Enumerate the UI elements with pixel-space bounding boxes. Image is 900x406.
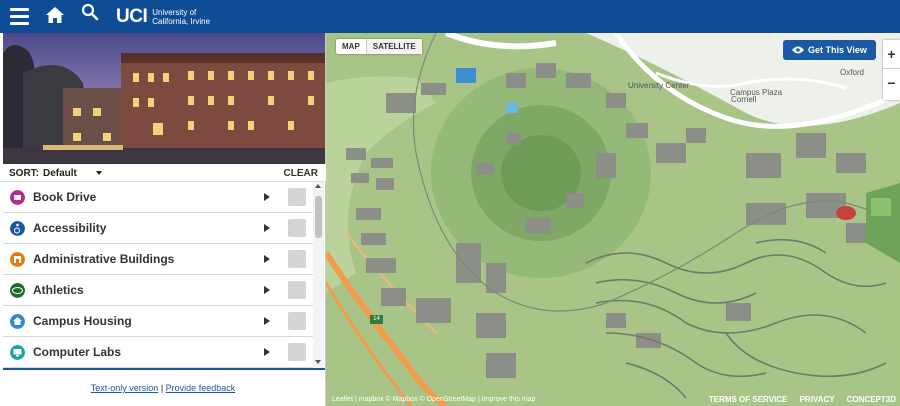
category-label: Computer Labs	[33, 345, 122, 359]
search-icon[interactable]	[81, 3, 99, 21]
sidebar: SORT: Default CLEAR Book Drive Accessibi…	[0, 33, 326, 406]
category-row-athletics[interactable]: Athletics	[3, 275, 313, 306]
map-footer-links: TERMS OF SERVICE PRIVACY CONCEPT3D	[699, 395, 896, 404]
category-label: Athletics	[33, 283, 84, 297]
concept3d-link[interactable]: CONCEPT3D	[847, 395, 896, 404]
footer-separator: |	[160, 383, 164, 393]
housing-icon	[10, 314, 25, 329]
category-label: Book Drive	[33, 190, 97, 204]
athletics-icon	[10, 283, 25, 298]
sort-dropdown[interactable]: Default	[43, 168, 77, 179]
computer-icon	[10, 345, 25, 360]
category-label: Campus Housing	[33, 314, 132, 328]
chevron-right-icon[interactable]	[264, 348, 270, 356]
map-label-university-center: University Center	[628, 81, 690, 90]
menu-icon[interactable]	[10, 8, 29, 25]
category-row-book-drive[interactable]: Book Drive	[3, 182, 313, 213]
highway-shield: 14	[370, 315, 383, 324]
chevron-down-icon[interactable]	[96, 171, 102, 175]
home-icon[interactable]	[45, 5, 65, 25]
terms-link[interactable]: TERMS OF SERVICE	[709, 395, 788, 404]
category-row-administrative-buildings[interactable]: Administrative Buildings	[3, 244, 313, 275]
chevron-right-icon[interactable]	[264, 317, 270, 325]
logo-line-1: University of	[152, 8, 197, 17]
eye-icon	[792, 46, 804, 54]
logo-mark: UCI	[116, 6, 148, 27]
category-checkbox[interactable]	[288, 281, 306, 299]
chevron-right-icon[interactable]	[264, 224, 270, 232]
map-attribution: Leaflet | mapbox © Mapbox © OpenStreetMa…	[326, 392, 900, 406]
category-row-computer-labs[interactable]: Computer Labs	[3, 337, 313, 368]
category-label: Administrative Buildings	[33, 252, 175, 266]
chevron-right-icon[interactable]	[264, 255, 270, 263]
map-canvas[interactable]	[326, 33, 900, 406]
hero-image	[3, 33, 325, 164]
chevron-right-icon[interactable]	[264, 286, 270, 294]
attribution-text[interactable]: Leaflet | mapbox © Mapbox © OpenStreetMa…	[332, 396, 535, 403]
top-bar: UCI University of California, Irvine	[0, 0, 900, 33]
category-label: Accessibility	[33, 221, 107, 235]
chevron-right-icon[interactable]	[264, 193, 270, 201]
divider	[3, 368, 325, 370]
accessibility-icon	[10, 221, 25, 236]
category-checkbox[interactable]	[288, 343, 306, 361]
clear-button[interactable]: CLEAR	[284, 168, 318, 179]
scroll-up-icon[interactable]	[315, 184, 321, 188]
map-label-oxford: Oxford	[840, 68, 865, 77]
category-checkbox[interactable]	[288, 219, 306, 237]
map-label-cornell: Cornell	[731, 95, 757, 104]
zoom-out-button[interactable]: −	[883, 69, 900, 98]
category-row-campus-housing[interactable]: Campus Housing	[3, 306, 313, 337]
sort-label: SORT:	[9, 168, 39, 179]
feedback-link[interactable]: Provide feedback	[166, 383, 236, 393]
map-toggle-button[interactable]: MAP	[336, 39, 366, 54]
category-checkbox[interactable]	[288, 188, 306, 206]
satellite-toggle-button[interactable]: SATELLITE	[365, 39, 422, 54]
logo-line-2: California, Irvine	[152, 17, 211, 26]
get-this-view-label: Get This View	[808, 45, 867, 55]
map-type-toggle: MAP SATELLITE	[336, 39, 422, 54]
book-drive-icon	[10, 190, 25, 205]
category-checkbox[interactable]	[288, 312, 306, 330]
privacy-link[interactable]: PRIVACY	[800, 395, 835, 404]
zoom-control: + −	[883, 40, 900, 100]
logo-text: University of California, Irvine	[152, 8, 210, 26]
list-scrollbar[interactable]	[313, 182, 324, 368]
category-row-accessibility[interactable]: Accessibility	[3, 213, 313, 244]
text-only-link[interactable]: Text-only version	[91, 383, 159, 393]
sort-bar: SORT: Default CLEAR	[0, 164, 326, 182]
uci-logo[interactable]: UCI University of California, Irvine	[116, 6, 210, 28]
get-this-view-button[interactable]: Get This View	[783, 40, 876, 60]
admin-building-icon	[10, 252, 25, 267]
scroll-down-icon[interactable]	[315, 360, 321, 364]
sidebar-footer: Text-only version | Provide feedback	[0, 383, 326, 393]
campus-map[interactable]: University Center Campus Plaza Cornell O…	[326, 33, 900, 406]
zoom-in-button[interactable]: +	[883, 40, 900, 69]
scroll-thumb[interactable]	[315, 196, 322, 238]
category-list: Book Drive Accessibility Administrative …	[3, 182, 313, 368]
category-checkbox[interactable]	[288, 250, 306, 268]
